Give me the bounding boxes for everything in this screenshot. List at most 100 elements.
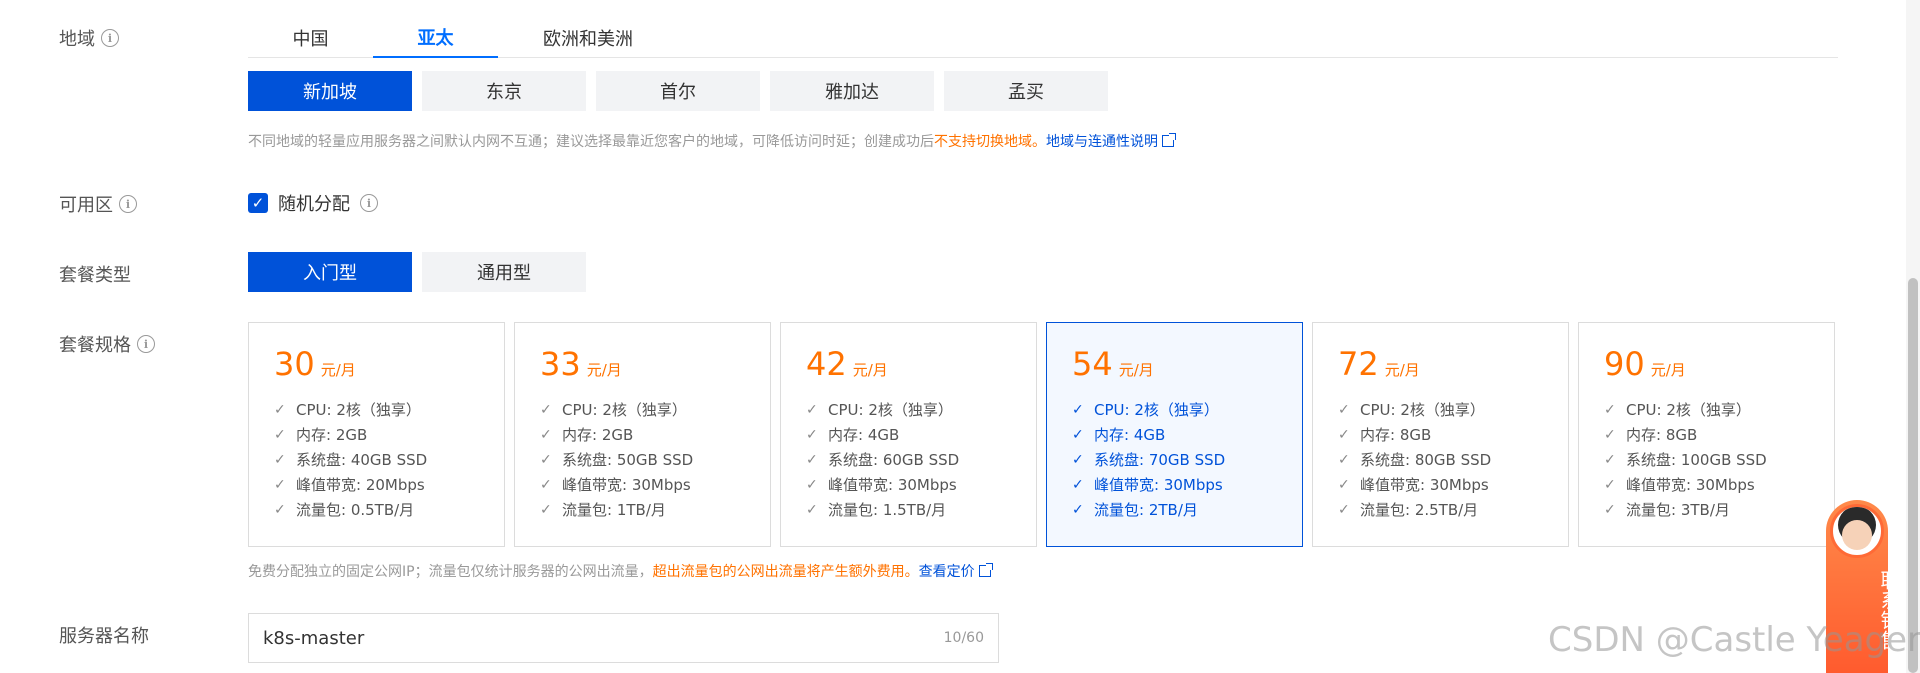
check-icon: ✓ <box>806 476 818 493</box>
check-icon: ✓ <box>540 426 552 443</box>
agent-face <box>1842 520 1872 550</box>
check-icon: ✓ <box>1338 501 1350 518</box>
plan-spec-label: 套餐规格 i <box>59 331 155 357</box>
region-hint: 不同地域的轻量应用服务器之间默认内网不互通；建议选择最靠近您客户的地域，可降低访… <box>248 131 1176 151</box>
spec-traffic: ✓ 流量包: 1TB/月 <box>540 501 666 519</box>
check-icon: ✓ <box>540 476 552 493</box>
spec-traffic: ✓ 流量包: 2.5TB/月 <box>1338 501 1479 519</box>
tab-europe-america[interactable]: 欧洲和美洲 <box>498 18 678 58</box>
plan-price: 33 元/月 <box>540 345 622 383</box>
plan-type-starter[interactable]: 入门型 <box>248 252 412 292</box>
spec-traffic: ✓ 流量包: 0.5TB/月 <box>274 501 415 519</box>
city-singapore[interactable]: 新加坡 <box>248 71 412 111</box>
region-warning: 不支持切换地域。 <box>934 134 1046 150</box>
random-assign-checkbox[interactable]: ✓ <box>248 193 268 213</box>
plan-card-33[interactable]: 33 元/月 ✓ CPU: 2核（独享） ✓ 内存: 2GB ✓ 系统盘: 50GB S… <box>514 322 771 547</box>
check-icon: ✓ <box>274 451 286 468</box>
plan-type-selector: 入门型 通用型 <box>248 252 586 292</box>
spec-memory: ✓ 内存: 4GB <box>1072 426 1166 444</box>
check-icon: ✓ <box>1604 451 1616 468</box>
check-icon: ✓ <box>1072 476 1084 493</box>
plan-card-42[interactable]: 42 元/月 ✓ CPU: 2核（独享） ✓ 内存: 4GB ✓ 系统盘: 60GB S… <box>780 322 1037 547</box>
check-icon: ✓ <box>806 426 818 443</box>
spec-traffic: ✓ 流量包: 2TB/月 <box>1072 501 1198 519</box>
region-tabs: 中国 亚太 欧洲和美洲 <box>248 18 1838 58</box>
info-icon[interactable]: i <box>137 335 155 353</box>
check-icon: ✓ <box>1604 476 1616 493</box>
spec-cpu: ✓ CPU: 2核（独享） <box>1604 401 1751 419</box>
check-icon: ✓ <box>1338 401 1350 418</box>
server-name-input[interactable] <box>263 627 763 649</box>
external-link-icon[interactable] <box>978 563 993 577</box>
spec-memory: ✓ 内存: 8GB <box>1604 426 1698 444</box>
agent-avatar <box>1830 504 1884 558</box>
city-tokyo[interactable]: 东京 <box>422 71 586 111</box>
check-icon: ✓ <box>1338 476 1350 493</box>
tab-china[interactable]: 中国 <box>248 18 373 58</box>
spec-disk: ✓ 系统盘: 40GB SSD <box>274 451 428 469</box>
check-icon: ✓ <box>274 501 286 518</box>
spec-disk: ✓ 系统盘: 70GB SSD <box>1072 451 1226 469</box>
plan-price: 72 元/月 <box>1338 345 1420 383</box>
info-icon[interactable]: i <box>101 29 119 47</box>
spec-cpu: ✓ CPU: 2核（独享） <box>1072 401 1219 419</box>
scrollbar-thumb[interactable] <box>1908 278 1918 673</box>
spec-disk: ✓ 系统盘: 60GB SSD <box>806 451 960 469</box>
spec-bandwidth: ✓ 峰值带宽: 30Mbps <box>1072 476 1223 494</box>
plan-card-90[interactable]: 90 元/月 ✓ CPU: 2核（独享） ✓ 内存: 8GB ✓ 系统盘: 100GB … <box>1578 322 1835 547</box>
plan-type-label: 套餐类型 <box>59 265 131 286</box>
check-icon: ✓ <box>540 451 552 468</box>
check-icon: ✓ <box>806 401 818 418</box>
spec-traffic: ✓ 流量包: 3TB/月 <box>1604 501 1730 519</box>
spec-bandwidth: ✓ 峰值带宽: 20Mbps <box>274 476 425 494</box>
spec-disk: ✓ 系统盘: 80GB SSD <box>1338 451 1492 469</box>
region-connectivity-link[interactable]: 地域与连通性说明 <box>1046 134 1158 150</box>
check-icon: ✓ <box>274 401 286 418</box>
check-icon: ✓ <box>274 426 286 443</box>
check-icon: ✓ <box>1338 451 1350 468</box>
spec-traffic: ✓ 流量包: 1.5TB/月 <box>806 501 947 519</box>
city-seoul[interactable]: 首尔 <box>596 71 760 111</box>
city-jakarta[interactable]: 雅加达 <box>770 71 934 111</box>
tab-asia-pacific[interactable]: 亚太 <box>373 18 498 58</box>
spec-disk: ✓ 系统盘: 50GB SSD <box>540 451 694 469</box>
plan-price: 90 元/月 <box>1604 345 1686 383</box>
random-assign-row: ✓ 随机分配 i <box>248 190 378 216</box>
server-name-label: 服务器名称 <box>59 626 149 647</box>
spec-cpu: ✓ CPU: 2核（独享） <box>540 401 687 419</box>
spec-cpu: ✓ CPU: 2核（独享） <box>274 401 421 419</box>
check-icon: ✓ <box>1072 401 1084 418</box>
plan-price: 30 元/月 <box>274 345 356 383</box>
plan-price: 42 元/月 <box>806 345 888 383</box>
watermark: CSDN @Castle Yeager <box>1548 620 1920 660</box>
spec-bandwidth: ✓ 峰值带宽: 30Mbps <box>1604 476 1755 494</box>
plan-cards: 30 元/月 ✓ CPU: 2核（独享） ✓ 内存: 2GB ✓ 系统盘: 40GB S… <box>248 322 1835 547</box>
city-mumbai[interactable]: 孟买 <box>944 71 1108 111</box>
check-icon: ✓ <box>806 501 818 518</box>
check-icon: ✓ <box>1338 426 1350 443</box>
plan-card-72[interactable]: 72 元/月 ✓ CPU: 2核（独享） ✓ 内存: 8GB ✓ 系统盘: 80GB S… <box>1312 322 1569 547</box>
spec-bandwidth: ✓ 峰值带宽: 30Mbps <box>806 476 957 494</box>
info-icon[interactable]: i <box>360 194 378 212</box>
region-label: 地域 i <box>59 25 119 51</box>
plan-type-general[interactable]: 通用型 <box>422 252 586 292</box>
spec-bandwidth: ✓ 峰值带宽: 30Mbps <box>1338 476 1489 494</box>
info-icon[interactable]: i <box>119 195 137 213</box>
zone-label: 可用区 i <box>59 191 137 217</box>
plan-card-30[interactable]: 30 元/月 ✓ CPU: 2核（独享） ✓ 内存: 2GB ✓ 系统盘: 40GB S… <box>248 322 505 547</box>
check-icon: ✓ <box>1072 451 1084 468</box>
random-assign-label[interactable]: 随机分配 <box>278 190 350 216</box>
char-counter: 10/60 <box>943 630 984 646</box>
spec-bandwidth: ✓ 峰值带宽: 30Mbps <box>540 476 691 494</box>
traffic-warning: 超出流量包的公网出流量将产生额外费用。 <box>652 564 919 580</box>
pricing-link[interactable]: 查看定价 <box>919 564 975 580</box>
server-name-field: 10/60 <box>248 613 999 663</box>
spec-cpu: ✓ CPU: 2核（独享） <box>1338 401 1485 419</box>
plan-card-54-selected[interactable]: 54 元/月 ✓ CPU: 2核（独享） ✓ 内存: 4GB ✓ 系统盘: 70GB S… <box>1046 322 1303 547</box>
spec-memory: ✓ 内存: 4GB <box>806 426 900 444</box>
city-selector: 新加坡 东京 首尔 雅加达 孟买 <box>248 71 1108 111</box>
external-link-icon[interactable] <box>1162 133 1176 147</box>
check-icon: ✓ <box>540 401 552 418</box>
check-icon: ✓ <box>1072 426 1084 443</box>
check-icon: ✓ <box>540 501 552 518</box>
